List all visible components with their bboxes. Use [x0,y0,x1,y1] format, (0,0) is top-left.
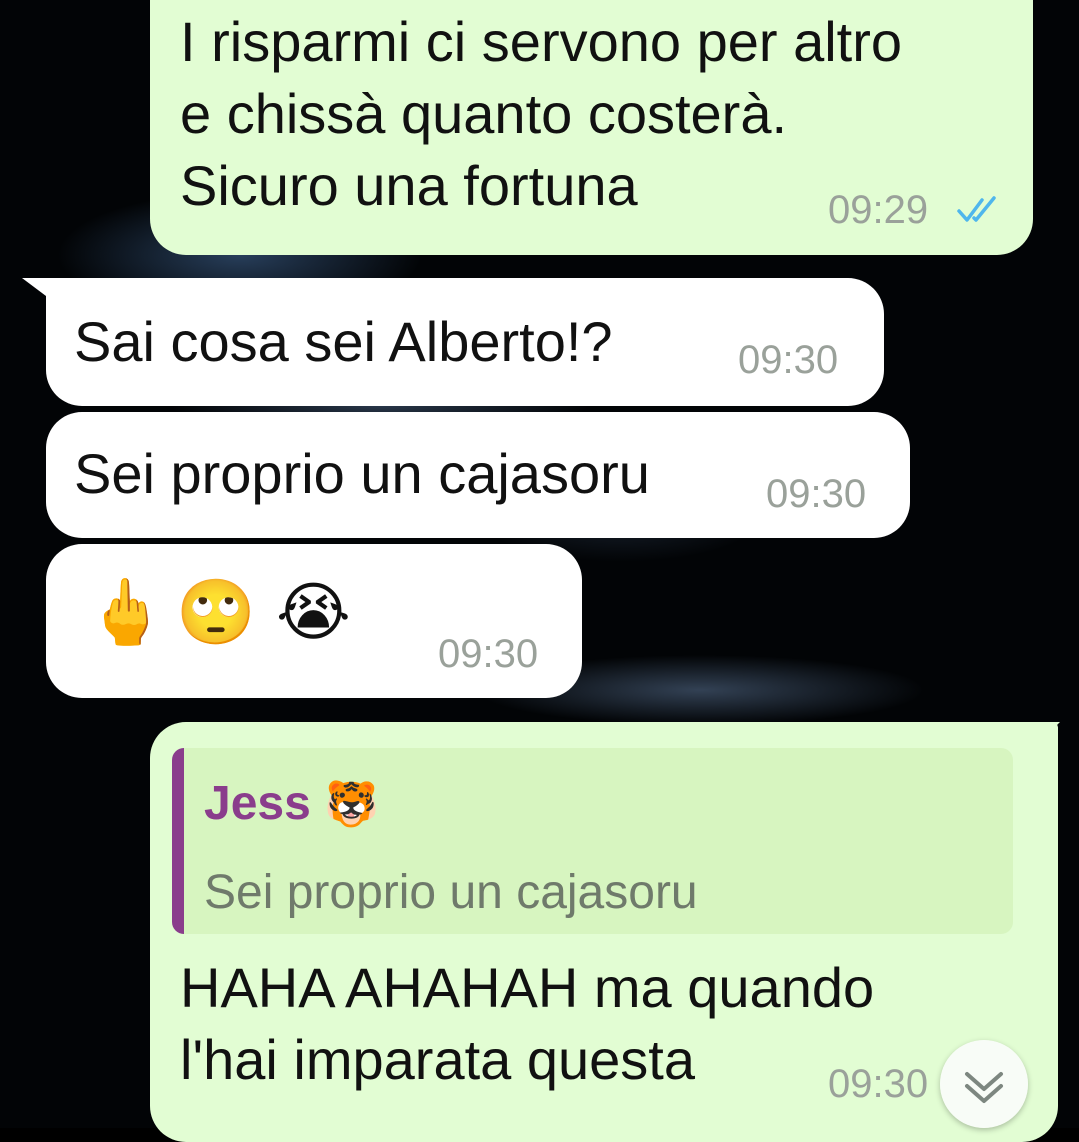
message-line: I risparmi ci servono per altro [180,10,903,73]
message-time: 09:30 [438,632,539,676]
reply-accent-bar [172,748,184,934]
reply-author: Jess 🐯 [204,778,379,831]
eye-roll-emoji: 🙄 [176,576,256,648]
message-time: 09:30 [766,472,867,516]
crying-face-emoji: 😭 [276,576,351,648]
message-time: 09:30 [828,1062,929,1106]
reply-text: Sei proprio un cajasoru [204,866,698,919]
message-text: Sei proprio un cajasoru [74,442,650,505]
message-time: 09:30 [738,338,839,382]
incoming-message[interactable]: 🖕 🙄 😭 09:30 [46,544,582,698]
message-line: HAHA AHAHAH ma quando [180,956,875,1019]
message-line: Sicuro una fortuna [180,154,638,217]
quoted-reply[interactable]: Jess 🐯 Sei proprio un cajasoru [172,748,1013,934]
incoming-message[interactable]: Sai cosa sei Alberto!? 09:30 [46,278,884,406]
chevron-double-down-icon [965,1072,1003,1103]
message-line: e chissà quanto costerà. [180,82,788,145]
message-text: Sai cosa sei Alberto!? [74,310,613,373]
double-check-icon [957,196,996,222]
scroll-to-bottom-button[interactable] [940,1040,1028,1128]
outgoing-message[interactable]: I risparmi ci servono per altro e chissà… [150,0,1033,255]
message-line: l'hai imparata questa [180,1028,695,1091]
middle-finger-emoji: 🖕 [86,576,166,648]
outgoing-message[interactable]: Jess 🐯 Sei proprio un cajasoru HAHA AHAH… [150,722,1058,1142]
incoming-message[interactable]: Sei proprio un cajasoru 09:30 [46,412,910,538]
message-time: 09:29 [828,188,929,232]
tiger-face-emoji: 🐯 [324,780,379,829]
reply-author-name: Jess [204,777,311,830]
